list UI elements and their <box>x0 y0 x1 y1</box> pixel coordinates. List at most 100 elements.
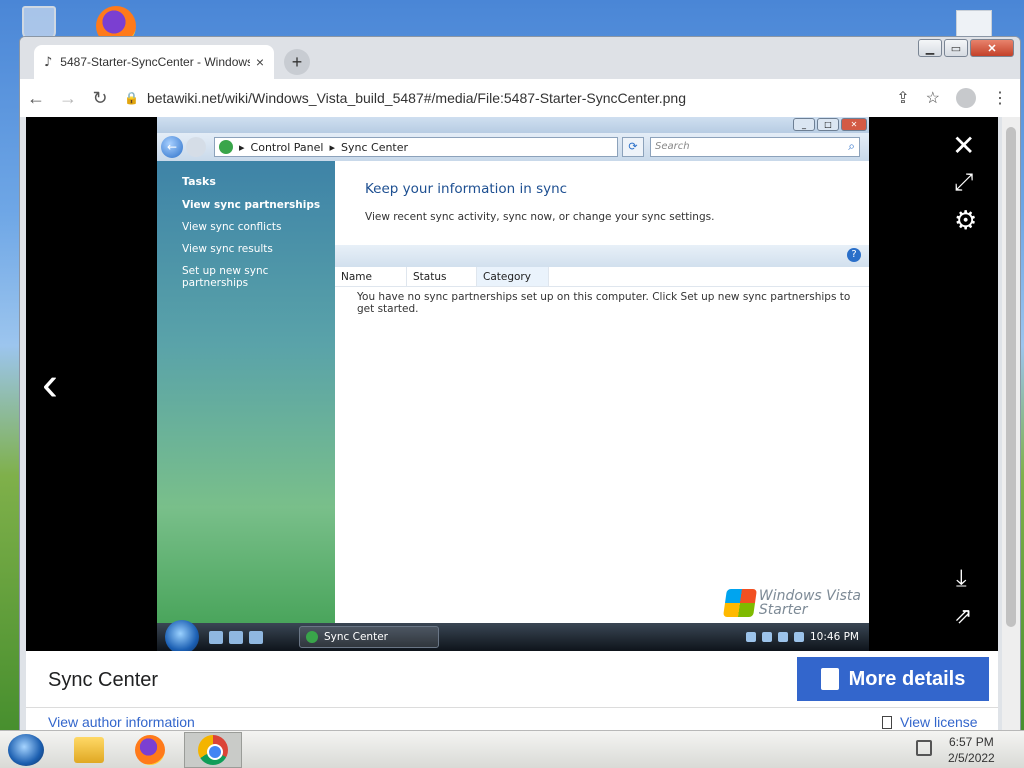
language-icon <box>746 632 756 642</box>
share-icon[interactable]: ⇪ <box>896 88 909 108</box>
back-button[interactable]: ← <box>20 88 52 109</box>
vista-maximize-icon: □ <box>817 118 839 131</box>
help-icon: ? <box>847 248 861 262</box>
maximize-button[interactable]: ▭ <box>944 39 968 57</box>
previous-image-icon[interactable]: ‹ <box>42 357 58 412</box>
vista-breadcrumb: ▸ Control Panel ▸ Sync Center <box>214 137 618 157</box>
vista-search-placeholder: Search <box>655 141 690 152</box>
tab-close-icon[interactable]: × <box>256 54 264 70</box>
chrome-taskbar-button[interactable] <box>184 732 242 768</box>
ie-icon <box>249 630 263 644</box>
vista-close-icon: ✕ <box>841 118 867 131</box>
toolbar-actions: ⇪ ☆ ⋮ <box>896 88 1008 108</box>
windows-taskbar: 6:57 PM 2/5/2022 <box>0 730 1024 768</box>
windows-flag-icon <box>722 589 757 617</box>
logo-text: Windows Vista Starter <box>759 589 861 617</box>
system-clock[interactable]: 6:57 PM 2/5/2022 <box>948 734 995 766</box>
task-set-up-partnerships: Set up new sync partnerships <box>182 265 269 289</box>
document-icon <box>820 668 839 690</box>
clock-time: 6:57 PM <box>949 735 994 749</box>
clock-date: 2/5/2022 <box>948 751 995 765</box>
profile-avatar[interactable] <box>956 88 976 108</box>
breadcrumb-separator-icon: ▸ <box>239 140 245 154</box>
vista-forward-icon <box>186 137 206 157</box>
forward-button[interactable]: → <box>52 88 84 109</box>
tab-title: 5487-Starter-SyncCenter - Windows Vista … <box>60 55 250 69</box>
chrome-window: ♪ 5487-Starter-SyncCenter - Windows Vist… <box>19 36 1021 736</box>
fullscreen-icon[interactable]: ⤢ <box>954 169 973 197</box>
more-details-label: More details <box>848 667 966 690</box>
task-view-sync-conflicts: View sync conflicts <box>182 221 282 233</box>
column-name: Name <box>335 267 407 286</box>
vista-main-pane: Keep your information in sync View recen… <box>335 161 869 623</box>
vista-titlebar: _ □ ✕ <box>157 117 869 133</box>
switch-windows-icon <box>229 630 243 644</box>
vista-tray: 10:46 PM <box>746 631 859 643</box>
vista-quick-launch <box>209 630 263 644</box>
vista-clock: 10:46 PM <box>810 631 859 643</box>
close-viewer-icon[interactable]: ✕ <box>952 129 975 162</box>
window-controls: ▁ ▭ ✕ <box>918 39 1014 57</box>
browser-toolbar: ← → ↻ 🔒 betawiki.net/wiki/Windows_Vista_… <box>20 79 1020 117</box>
view-author-link[interactable]: View author information <box>48 714 195 730</box>
betawiki-favicon-icon: ♪ <box>44 54 53 70</box>
volume-icon <box>794 632 804 642</box>
breadcrumb-separator-icon: ▸ <box>329 140 335 154</box>
security-icon <box>762 632 772 642</box>
vista-column-headers: Name Status Category <box>335 267 869 287</box>
chrome-icon <box>198 735 228 765</box>
sync-center-icon <box>219 140 233 154</box>
vista-starter-logo: Windows Vista Starter <box>722 589 861 617</box>
vista-task-pane: Tasks View sync partnerships View sync c… <box>157 161 335 623</box>
close-window-button[interactable]: ✕ <box>970 39 1014 57</box>
vista-taskbar-sync-center: Sync Center <box>299 626 439 648</box>
address-bar[interactable]: betawiki.net/wiki/Windows_Vista_build_54… <box>147 90 896 106</box>
vista-refresh-icon: ⟳ <box>622 137 644 157</box>
open-external-icon[interactable]: ⇗ <box>954 603 972 629</box>
bookmark-star-icon[interactable]: ☆ <box>926 88 940 108</box>
browser-tab[interactable]: ♪ 5487-Starter-SyncCenter - Windows Vist… <box>34 45 274 79</box>
view-license-link[interactable]: View license <box>882 714 978 730</box>
breadcrumb-control-panel: Control Panel <box>250 140 324 154</box>
page-scrollbar[interactable] <box>1002 117 1020 735</box>
minimize-button[interactable]: ▁ <box>918 39 942 57</box>
network-icon <box>778 632 788 642</box>
media-details-bar: Sync Center More details View author inf… <box>26 651 998 735</box>
file-explorer-icon[interactable] <box>74 737 104 763</box>
vista-subheading: View recent sync activity, sync now, or … <box>365 211 715 223</box>
vista-command-bar: ? <box>335 245 869 267</box>
vista-taskbar-label: Sync Center <box>324 631 388 643</box>
task-view-sync-partnerships: View sync partnerships <box>182 199 321 211</box>
empty-message: You have no sync partnerships set up on … <box>357 291 851 315</box>
reload-button[interactable]: ↻ <box>84 88 116 109</box>
menu-kebab-icon[interactable]: ⋮ <box>992 88 1008 108</box>
scrollbar-thumb[interactable] <box>1006 127 1016 627</box>
logo-line-2: Starter <box>758 602 808 618</box>
recycle-bin-icon[interactable] <box>22 6 56 40</box>
firefox-taskbar-icon[interactable] <box>135 735 165 765</box>
start-button[interactable] <box>8 734 44 766</box>
settings-gear-icon[interactable]: ⚙ <box>954 205 977 236</box>
show-desktop-icon <box>209 630 223 644</box>
view-license-label: View license <box>900 714 978 730</box>
vista-screenshot-image: _ □ ✕ ← ▸ Control Panel ▸ Sync Center ⟳ … <box>157 117 869 651</box>
lock-icon[interactable]: 🔒 <box>124 91 139 105</box>
sync-icon <box>306 631 318 643</box>
vista-search-icon: ⌕ <box>848 139 855 153</box>
media-title: Sync Center <box>48 669 159 691</box>
new-tab-button[interactable]: + <box>284 49 310 75</box>
column-category: Category <box>477 267 549 286</box>
network-tray-icon[interactable] <box>916 740 932 756</box>
vista-window-controls: _ □ ✕ <box>793 118 867 131</box>
divider <box>26 707 998 708</box>
vista-taskbar: Sync Center 10:46 PM <box>157 620 869 651</box>
vista-content: Tasks View sync partnerships View sync c… <box>157 161 869 623</box>
vista-search-box: Search ⌕ <box>650 137 860 157</box>
download-icon[interactable]: ⤓ <box>956 565 967 593</box>
task-view-sync-results: View sync results <box>182 243 273 255</box>
vista-back-icon: ← <box>161 136 183 158</box>
more-details-button[interactable]: More details <box>797 657 989 701</box>
tasks-heading: Tasks <box>182 175 216 188</box>
media-viewer: ‹ ✕ ⤢ ⚙ ⤓ ⇗ _ □ ✕ ← ▸ Control Panel ▸ Sy… <box>26 117 998 651</box>
license-icon <box>882 715 892 729</box>
